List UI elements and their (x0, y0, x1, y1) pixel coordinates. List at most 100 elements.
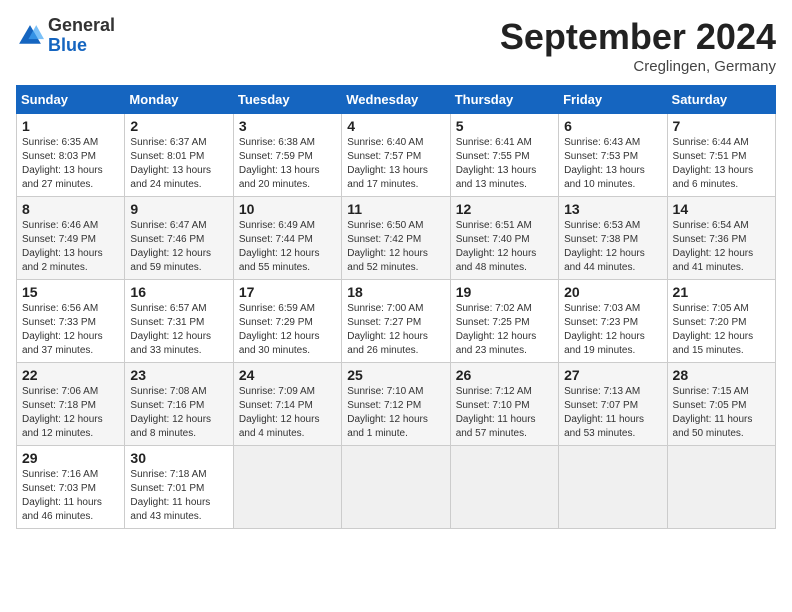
col-header-wednesday: Wednesday (342, 86, 450, 114)
day-detail: Sunrise: 7:08 AMSunset: 7:16 PMDaylight:… (130, 385, 227, 441)
day-number: 7 (673, 118, 770, 134)
calendar-cell: 15Sunrise: 6:56 AMSunset: 7:33 PMDayligh… (17, 280, 125, 363)
day-detail: Sunrise: 6:59 AMSunset: 7:29 PMDaylight:… (239, 302, 336, 358)
col-header-tuesday: Tuesday (233, 86, 341, 114)
calendar-week-5: 29 Sunrise: 7:16 AMSunset: 7:03 PMDayligh… (17, 446, 776, 529)
day-detail: Sunrise: 6:49 AMSunset: 7:44 PMDaylight:… (239, 219, 336, 275)
day-number: 18 (347, 284, 444, 300)
day-number: 26 (456, 367, 553, 383)
day-detail: Sunrise: 7:03 AMSunset: 7:23 PMDaylight:… (564, 302, 661, 358)
calendar-cell: 22 Sunrise: 7:06 AMSunset: 7:18 PMDayligh… (17, 363, 125, 446)
col-header-monday: Monday (125, 86, 233, 114)
calendar-cell: 8Sunrise: 6:46 AMSunset: 7:49 PMDaylight… (17, 197, 125, 280)
day-detail: Sunrise: 6:46 AMSunset: 7:49 PMDaylight:… (22, 219, 119, 275)
day-number: 12 (456, 201, 553, 217)
calendar-week-3: 15Sunrise: 6:56 AMSunset: 7:33 PMDayligh… (17, 280, 776, 363)
calendar-cell: 1Sunrise: 6:35 AMSunset: 8:03 PMDaylight… (17, 114, 125, 197)
calendar-cell (667, 446, 775, 529)
col-header-friday: Friday (559, 86, 667, 114)
calendar-week-1: 1Sunrise: 6:35 AMSunset: 8:03 PMDaylight… (17, 114, 776, 197)
month-title: September 2024 (500, 16, 776, 58)
day-number: 13 (564, 201, 661, 217)
day-number: 6 (564, 118, 661, 134)
day-number: 25 (347, 367, 444, 383)
day-detail: Sunrise: 6:35 AMSunset: 8:03 PMDaylight:… (22, 136, 119, 192)
day-detail: Sunrise: 6:47 AMSunset: 7:46 PMDaylight:… (130, 219, 227, 275)
day-number: 11 (347, 201, 444, 217)
day-number: 24 (239, 367, 336, 383)
calendar-cell (342, 446, 450, 529)
calendar-cell: 24 Sunrise: 7:09 AMSunset: 7:14 PMDayligh… (233, 363, 341, 446)
calendar-cell: 25 Sunrise: 7:10 AMSunset: 7:12 PMDayligh… (342, 363, 450, 446)
day-detail: Sunrise: 7:00 AMSunset: 7:27 PMDaylight:… (347, 302, 444, 358)
day-detail: Sunrise: 6:41 AMSunset: 7:55 PMDaylight:… (456, 136, 553, 192)
calendar-table: SundayMondayTuesdayWednesdayThursdayFrid… (16, 85, 776, 529)
logo-icon (16, 22, 44, 50)
calendar-cell: 20 Sunrise: 7:03 AMSunset: 7:23 PMDayligh… (559, 280, 667, 363)
col-header-saturday: Saturday (667, 86, 775, 114)
calendar-cell: 16 Sunrise: 6:57 AMSunset: 7:31 PMDayligh… (125, 280, 233, 363)
day-detail: Sunrise: 6:54 AMSunset: 7:36 PMDaylight:… (673, 219, 770, 275)
logo: General Blue (16, 16, 115, 56)
calendar-cell: 27 Sunrise: 7:13 AMSunset: 7:07 PMDayligh… (559, 363, 667, 446)
day-number: 17 (239, 284, 336, 300)
day-detail: Sunrise: 6:53 AMSunset: 7:38 PMDaylight:… (564, 219, 661, 275)
calendar-cell: 6 Sunrise: 6:43 AMSunset: 7:53 PMDaylight… (559, 114, 667, 197)
day-number: 10 (239, 201, 336, 217)
day-detail: Sunrise: 6:43 AMSunset: 7:53 PMDaylight:… (564, 136, 661, 192)
day-detail: Sunrise: 6:56 AMSunset: 7:33 PMDaylight:… (22, 302, 119, 358)
day-number: 19 (456, 284, 553, 300)
calendar-cell (233, 446, 341, 529)
calendar-cell: 5 Sunrise: 6:41 AMSunset: 7:55 PMDaylight… (450, 114, 558, 197)
subtitle: Creglingen, Germany (500, 58, 776, 75)
day-detail: Sunrise: 7:02 AMSunset: 7:25 PMDaylight:… (456, 302, 553, 358)
day-number: 5 (456, 118, 553, 134)
day-detail: Sunrise: 7:09 AMSunset: 7:14 PMDaylight:… (239, 385, 336, 441)
day-number: 20 (564, 284, 661, 300)
day-detail: Sunrise: 6:38 AMSunset: 7:59 PMDaylight:… (239, 136, 336, 192)
day-number: 16 (130, 284, 227, 300)
day-detail: Sunrise: 7:16 AMSunset: 7:03 PMDaylight:… (22, 468, 119, 524)
day-detail: Sunrise: 6:51 AMSunset: 7:40 PMDaylight:… (456, 219, 553, 275)
calendar-cell: 28 Sunrise: 7:15 AMSunset: 7:05 PMDayligh… (667, 363, 775, 446)
calendar-cell: 30 Sunrise: 7:18 AMSunset: 7:01 PMDayligh… (125, 446, 233, 529)
day-number: 21 (673, 284, 770, 300)
day-detail: Sunrise: 6:50 AMSunset: 7:42 PMDaylight:… (347, 219, 444, 275)
calendar-cell: 19 Sunrise: 7:02 AMSunset: 7:25 PMDayligh… (450, 280, 558, 363)
day-detail: Sunrise: 7:10 AMSunset: 7:12 PMDaylight:… (347, 385, 444, 441)
day-number: 4 (347, 118, 444, 134)
day-number: 28 (673, 367, 770, 383)
day-detail: Sunrise: 7:06 AMSunset: 7:18 PMDaylight:… (22, 385, 119, 441)
day-number: 2 (130, 118, 227, 134)
logo-blue: Blue (48, 36, 115, 56)
col-header-sunday: Sunday (17, 86, 125, 114)
calendar-cell: 17 Sunrise: 6:59 AMSunset: 7:29 PMDayligh… (233, 280, 341, 363)
calendar-week-2: 8Sunrise: 6:46 AMSunset: 7:49 PMDaylight… (17, 197, 776, 280)
calendar-cell: 18 Sunrise: 7:00 AMSunset: 7:27 PMDayligh… (342, 280, 450, 363)
calendar-cell: 2 Sunrise: 6:37 AMSunset: 8:01 PMDaylight… (125, 114, 233, 197)
calendar-cell: 4 Sunrise: 6:40 AMSunset: 7:57 PMDaylight… (342, 114, 450, 197)
day-detail: Sunrise: 7:13 AMSunset: 7:07 PMDaylight:… (564, 385, 661, 441)
day-detail: Sunrise: 7:15 AMSunset: 7:05 PMDaylight:… (673, 385, 770, 441)
day-detail: Sunrise: 6:37 AMSunset: 8:01 PMDaylight:… (130, 136, 227, 192)
day-number: 27 (564, 367, 661, 383)
day-detail: Sunrise: 6:40 AMSunset: 7:57 PMDaylight:… (347, 136, 444, 192)
day-number: 22 (22, 367, 119, 383)
day-detail: Sunrise: 6:57 AMSunset: 7:31 PMDaylight:… (130, 302, 227, 358)
logo-general: General (48, 16, 115, 36)
calendar-cell: 3 Sunrise: 6:38 AMSunset: 7:59 PMDaylight… (233, 114, 341, 197)
calendar-cell: 11 Sunrise: 6:50 AMSunset: 7:42 PMDayligh… (342, 197, 450, 280)
day-detail: Sunrise: 7:05 AMSunset: 7:20 PMDaylight:… (673, 302, 770, 358)
calendar-cell: 26Sunrise: 7:12 AMSunset: 7:10 PMDayligh… (450, 363, 558, 446)
calendar-cell: 12 Sunrise: 6:51 AMSunset: 7:40 PMDayligh… (450, 197, 558, 280)
calendar-cell (559, 446, 667, 529)
day-detail: Sunrise: 7:18 AMSunset: 7:01 PMDaylight:… (130, 468, 227, 524)
calendar-cell: 9Sunrise: 6:47 AMSunset: 7:46 PMDaylight… (125, 197, 233, 280)
calendar-cell: 29 Sunrise: 7:16 AMSunset: 7:03 PMDayligh… (17, 446, 125, 529)
day-number: 29 (22, 450, 119, 466)
col-header-thursday: Thursday (450, 86, 558, 114)
day-number: 14 (673, 201, 770, 217)
day-number: 30 (130, 450, 227, 466)
calendar-cell (450, 446, 558, 529)
day-number: 3 (239, 118, 336, 134)
